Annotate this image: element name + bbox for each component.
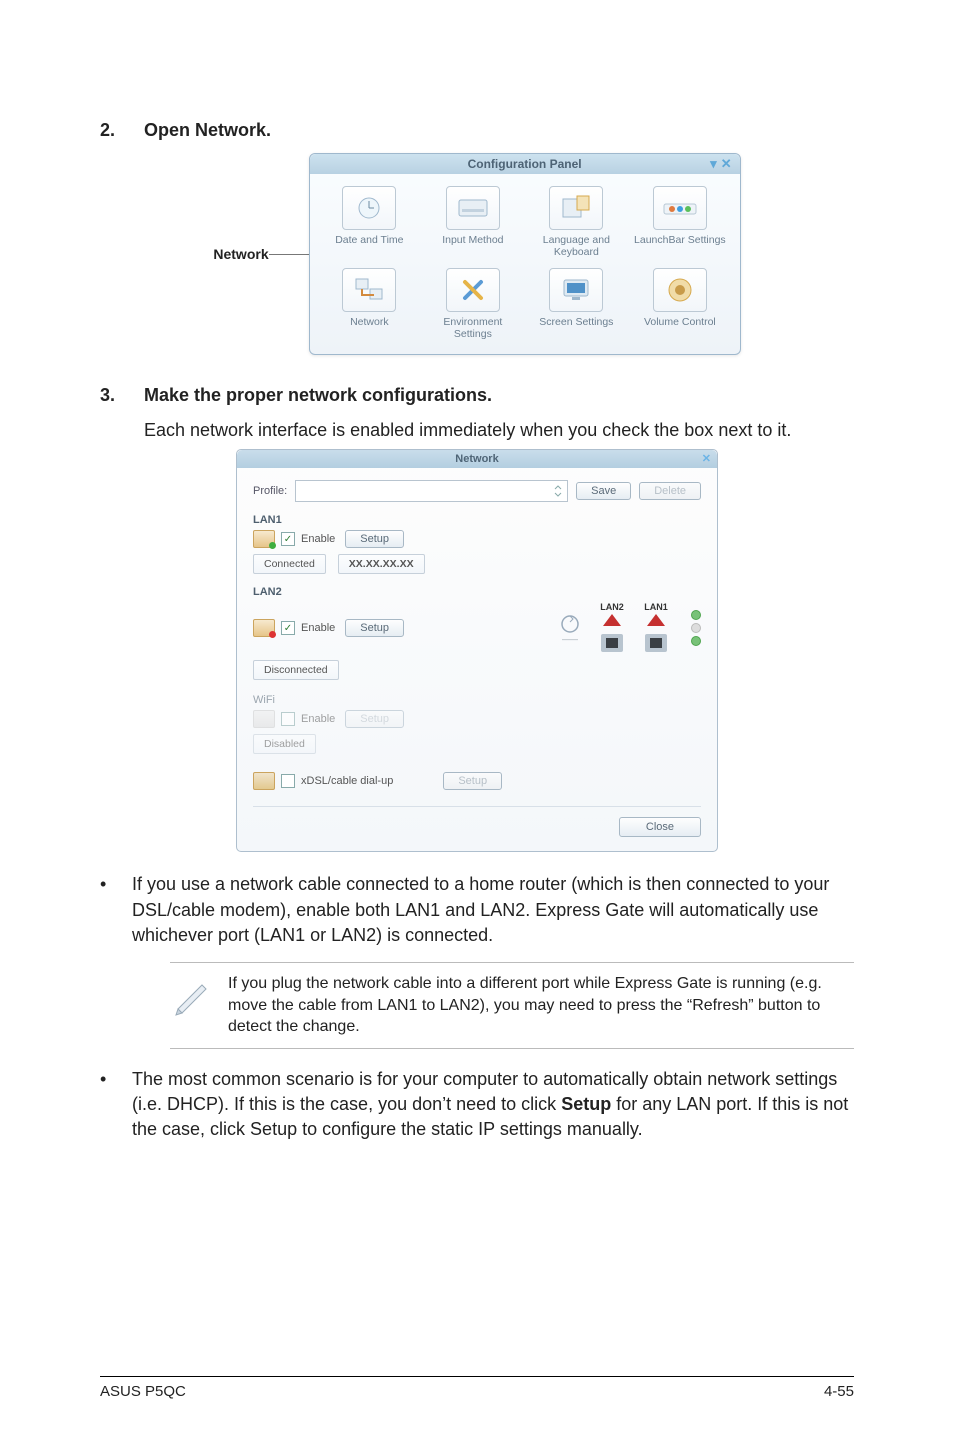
port1-label: LAN1: [644, 602, 668, 612]
network-title-bar: Network ✕: [237, 450, 717, 468]
panel-label: Volume Control: [644, 316, 716, 328]
modem-icon: [253, 772, 275, 790]
configuration-panel-title: Configuration Panel: [468, 157, 582, 171]
close-icon[interactable]: ✕: [721, 156, 732, 172]
lan2-setup-button[interactable]: Setup: [345, 619, 404, 637]
step-2-heading: 2. Open Network.: [100, 120, 854, 141]
refresh-icon[interactable]: [559, 613, 581, 635]
page-footer: ASUS P5QC 4-55: [100, 1376, 854, 1400]
panel-label: Environment Settings: [423, 316, 523, 340]
dialup-section: ✓ xDSL/cable dial-up Setup: [253, 772, 701, 790]
panel-label: Date and Time: [335, 234, 403, 246]
bullet-1: • If you use a network cable connected t…: [100, 872, 854, 948]
panel-item-volume[interactable]: Volume Control: [630, 268, 730, 340]
monitor-icon: [549, 268, 603, 312]
wifi-enable-label: Enable: [301, 713, 335, 725]
panel-item-network[interactable]: Network: [320, 268, 420, 340]
panel-item-language[interactable]: Language and Keyboard: [527, 186, 627, 258]
dialup-label: xDSL/cable dial-up: [301, 775, 393, 787]
panel-label: Language and Keyboard: [527, 234, 627, 258]
footer-right: 4-55: [824, 1383, 854, 1400]
close-button[interactable]: Close: [619, 817, 701, 837]
lan2-enable-label: Enable: [301, 622, 335, 634]
lan1-status: Connected: [253, 554, 326, 574]
save-button[interactable]: Save: [576, 482, 631, 500]
close-icon[interactable]: ✕: [702, 452, 711, 465]
panel-label: Input Method: [442, 234, 503, 246]
wifi-icon: [253, 710, 275, 728]
step-2-number: 2.: [100, 120, 144, 141]
callout-line: [269, 254, 309, 255]
profile-select[interactable]: [295, 480, 568, 502]
led-icon: [691, 610, 701, 620]
panel-label: Screen Settings: [539, 316, 613, 328]
step-3-number: 3.: [100, 385, 144, 406]
port2-label: LAN2: [600, 602, 624, 612]
step-3-heading: 3. Make the proper network configuration…: [100, 385, 854, 406]
panel-item-input-method[interactable]: Input Method: [423, 186, 523, 258]
lan2-enable-checkbox[interactable]: ✓: [281, 621, 295, 635]
bullet-2: • The most common scenario is for your c…: [100, 1067, 854, 1143]
language-icon: [549, 186, 603, 230]
panel-item-launchbar[interactable]: LaunchBar Settings: [630, 186, 730, 258]
step-3-title: Make the proper network configurations.: [144, 385, 492, 406]
note-text: If you plug the network cable into a dif…: [228, 973, 854, 1038]
lan1-title: LAN1: [253, 514, 701, 526]
minimize-icon[interactable]: ▾: [710, 156, 717, 172]
network-dialog: Network ✕ Profile: Save Delete LAN1: [236, 449, 718, 852]
network-callout-label: Network: [213, 246, 268, 262]
step-2-title: Open Network.: [144, 120, 271, 141]
clock-icon: [342, 186, 396, 230]
note-box: If you plug the network cable into a dif…: [170, 962, 854, 1049]
launchbar-icon: [653, 186, 707, 230]
network-icon: [342, 268, 396, 312]
lan2-section: LAN2 ✓ Enable Setup ――: [253, 586, 701, 680]
lan2-title: LAN2: [253, 586, 701, 598]
keyboard-icon: [446, 186, 500, 230]
pencil-note-icon: [170, 973, 214, 1017]
lan1-setup-button[interactable]: Setup: [345, 530, 404, 548]
panel-item-environment[interactable]: Environment Settings: [423, 268, 523, 340]
bullet-2-strong: Setup: [561, 1094, 611, 1114]
nic-icon: [253, 619, 275, 637]
network-title: Network: [455, 453, 498, 465]
profile-label: Profile:: [253, 485, 287, 497]
dialup-checkbox[interactable]: ✓: [281, 774, 295, 788]
lan1-section: LAN1 ✓ Enable Setup Connected XX.XX.XX.X…: [253, 514, 701, 574]
lan1-enable-checkbox[interactable]: ✓: [281, 532, 295, 546]
wifi-section: WiFi ✓ Enable Setup Disabled: [253, 694, 701, 754]
nic-icon: [253, 530, 275, 548]
bullet-2-text: The most common scenario is for your com…: [132, 1067, 854, 1143]
wifi-setup-button: Setup: [345, 710, 404, 728]
wifi-status: Disabled: [253, 734, 316, 754]
port-diagram: ―― LAN2 LAN1: [559, 602, 701, 654]
configuration-panel-window: Configuration Panel ▾ ✕ Date and Time: [309, 153, 741, 355]
panel-item-date-time[interactable]: Date and Time: [320, 186, 420, 258]
wifi-title: WiFi: [253, 694, 701, 706]
configuration-panel-titlebar: Configuration Panel ▾ ✕: [310, 154, 740, 174]
lan2-status: Disconnected: [253, 660, 339, 680]
dialup-setup-button: Setup: [443, 772, 502, 790]
panel-item-screen[interactable]: Screen Settings: [527, 268, 627, 340]
tools-icon: [446, 268, 500, 312]
panel-label: LaunchBar Settings: [634, 234, 726, 246]
wifi-enable-checkbox[interactable]: ✓: [281, 712, 295, 726]
footer-left: ASUS P5QC: [100, 1383, 186, 1400]
led-icon: [691, 623, 701, 633]
panel-label: Network: [350, 316, 389, 328]
delete-button[interactable]: Delete: [639, 482, 701, 500]
lan1-ip: XX.XX.XX.XX: [338, 554, 425, 574]
spinner-icon: [553, 485, 563, 497]
bullet-1-text: If you use a network cable connected to …: [132, 872, 854, 948]
speaker-icon: [653, 268, 707, 312]
led-icon: [691, 636, 701, 646]
lan1-enable-label: Enable: [301, 533, 335, 545]
step-3-body: Each network interface is enabled immedi…: [144, 418, 854, 443]
